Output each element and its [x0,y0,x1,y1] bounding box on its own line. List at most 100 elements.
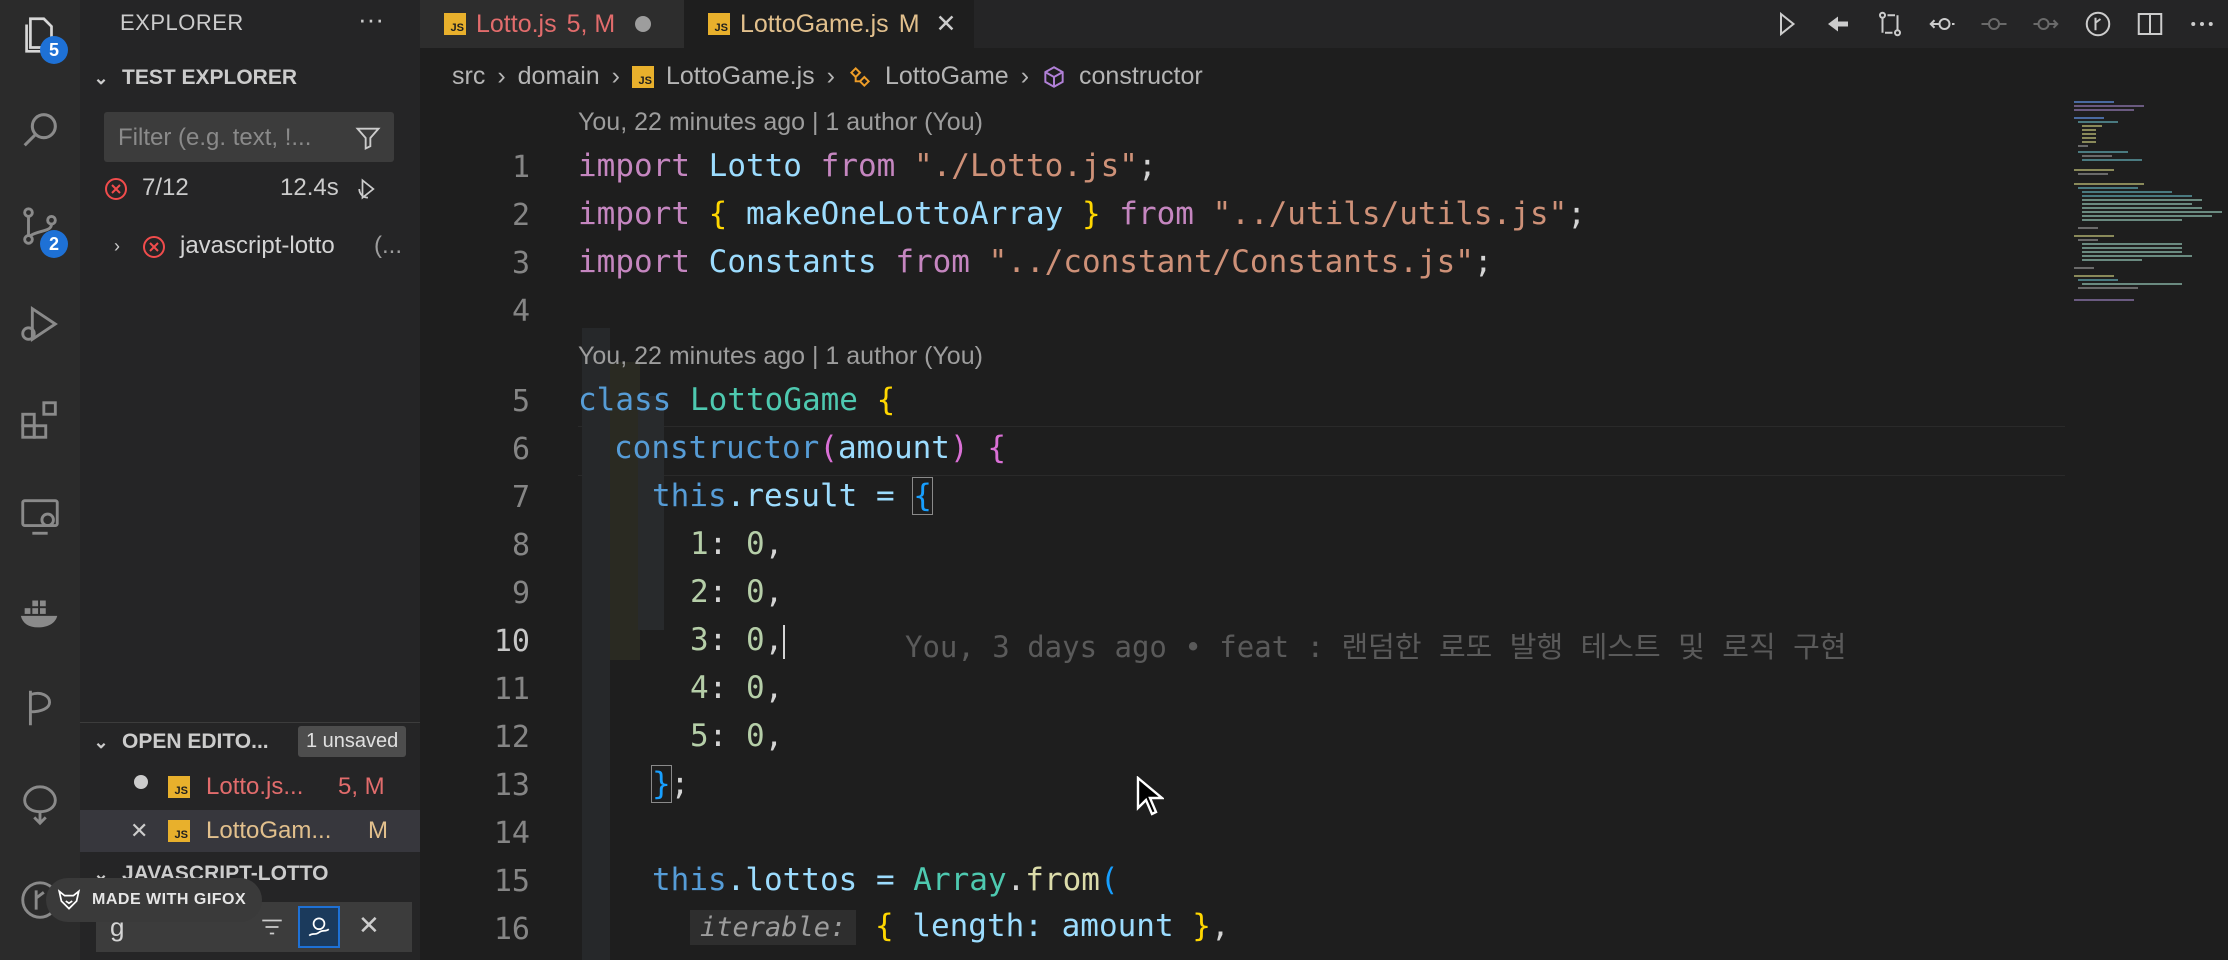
error-circle-icon [105,178,127,200]
run-icon[interactable] [1760,9,1812,39]
test-summary-row: 7/12 12.4s [80,168,420,208]
more-actions-icon[interactable] [2176,9,2228,39]
line-number: 14 [493,816,530,851]
code-line-2[interactable]: import { makeOneLottoArray } from "../ut… [578,196,1586,232]
token: ; [670,766,690,802]
inline-blame[interactable]: You, 3 days ago • feat : 랜덤한 로또 발행 테스트 및… [905,624,1846,666]
test-tree-label: javascript-lotto [180,232,335,259]
filter-lines-icon[interactable] [258,914,286,940]
gifox-logo-icon [57,889,81,910]
more-actions-button[interactable]: ··· [358,4,384,35]
filter-icon[interactable] [354,124,382,152]
section-divider [80,722,420,723]
close-icon[interactable]: ✕ [936,9,957,39]
compare-changes-icon[interactable] [1864,9,1916,39]
sidebar-title: EXPLORER [120,10,244,35]
close-icon[interactable]: ✕ [130,818,148,844]
test-summary-count: 7/12 [142,174,189,201]
line-number: 11 [493,672,530,707]
breadcrumb-method[interactable]: constructor [1079,62,1203,91]
token: . [1006,862,1026,898]
unsaved-dot-icon[interactable] [635,16,652,32]
test-tree-item[interactable]: › javascript-lotto (... [80,226,420,266]
unsaved-dot-icon[interactable] [134,775,148,789]
code-line-8[interactable]: 1: 0, [690,526,783,562]
explorer-activity[interactable]: 5 [0,0,80,72]
test-filter-input[interactable]: Filter (e.g. text, !... [104,112,394,162]
remote-explorer-icon [21,499,59,535]
breadcrumb-class[interactable]: LottoGame [885,62,1009,91]
line-number: 13 [493,768,530,803]
commit-icon[interactable] [1968,9,2020,39]
source-control-activity[interactable]: 2 [0,190,80,262]
token: } [1192,908,1211,944]
powershell-activity[interactable] [0,672,80,744]
test-explorer-header[interactable]: ⌄ TEST EXPLORER [90,66,297,90]
token: 0 [746,670,765,706]
code-line-9[interactable]: 2: 0, [690,574,783,610]
go-back-icon[interactable] [1812,9,1864,39]
testing-activity[interactable] [0,768,80,840]
code-line-5[interactable]: class LottoGame { [578,382,895,418]
code-line-16[interactable]: iterable: { length: amount }, [690,908,1230,945]
docker-activity[interactable] [0,576,80,648]
open-editor-status: 5, M [338,773,385,800]
open-editor-item-active[interactable]: ✕ JS LottoGam... M [80,810,420,852]
open-editor-item[interactable]: JS Lotto.js... 5, M [80,766,420,808]
token: 0 [746,526,765,562]
codelens-authors[interactable]: You, 22 minutes ago | 1 author (You) [578,108,983,137]
close-icon[interactable]: ✕ [358,910,380,941]
token: ( [819,430,838,466]
tab-lottogame[interactable]: JS LottoGame.js M ✕ [684,0,974,48]
rerun-icon[interactable] [354,176,384,202]
code-line-1[interactable]: import Lotto from "./Lotto.js"; [578,148,1157,184]
git-lens-icon[interactable] [2072,9,2124,39]
split-editor-icon[interactable] [2124,9,2176,39]
code-editor[interactable]: You, 22 minutes ago | 1 author (You) 1 i… [420,100,2065,960]
breadcrumb-domain[interactable]: domain [518,62,600,91]
code-line-7[interactable]: this.result = { [652,477,933,515]
token: { [987,430,1006,466]
token: , [764,670,784,706]
search-activity[interactable] [0,94,80,166]
line-number: 3 [511,246,530,281]
token: from [1025,862,1100,898]
remote-explorer-activity[interactable] [0,480,80,552]
run-debug-activity[interactable] [0,288,80,360]
breadcrumb-src[interactable]: src [452,62,485,91]
powershell-icon [28,690,52,726]
indent-guide [582,328,610,960]
tab-label: Lotto.js [476,9,557,38]
extensions-activity[interactable] [0,384,80,456]
fuzzy-match-toggle[interactable] [298,906,340,948]
token: : [708,526,746,562]
code-line-13[interactable]: }; [651,765,690,803]
code-line-6[interactable]: constructor(amount) { [614,430,1006,466]
token: class [578,382,672,418]
token: ( [1099,862,1119,898]
activity-bar: 5 2 [0,0,80,960]
breadcrumb-file[interactable]: LottoGame.js [666,62,815,91]
token: this [652,478,727,514]
code-line-10[interactable]: 3: 0, [690,622,786,659]
tab-lotto[interactable]: JS Lotto.js 5, M [420,0,684,48]
javascript-file-icon: JS [168,820,190,842]
code-line-11[interactable]: 4: 0, [690,670,783,706]
tab-status: M [898,9,920,38]
previous-change-icon[interactable] [1916,9,1968,39]
minimap[interactable] [2068,100,2228,960]
token: 3 [690,622,709,658]
code-line-12[interactable]: 5: 0, [690,718,783,754]
token: .result = [726,478,914,514]
line-number: 5 [511,384,530,419]
next-change-icon[interactable] [2020,9,2072,39]
open-editor-name: Lotto.js... [206,773,304,800]
token: .lottos = [726,862,914,898]
codelens-authors[interactable]: You, 22 minutes ago | 1 author (You) [578,342,983,371]
code-line-3[interactable]: import Constants from "../constant/Const… [578,244,1493,280]
open-editors-header[interactable]: ⌄ OPEN EDITO... [90,730,268,754]
inlay-hint: iterable: [690,910,857,945]
code-line-15[interactable]: this.lottos = Array.from( [652,862,1119,898]
token: { [708,196,728,232]
test-summary-time: 12.4s [280,174,339,201]
